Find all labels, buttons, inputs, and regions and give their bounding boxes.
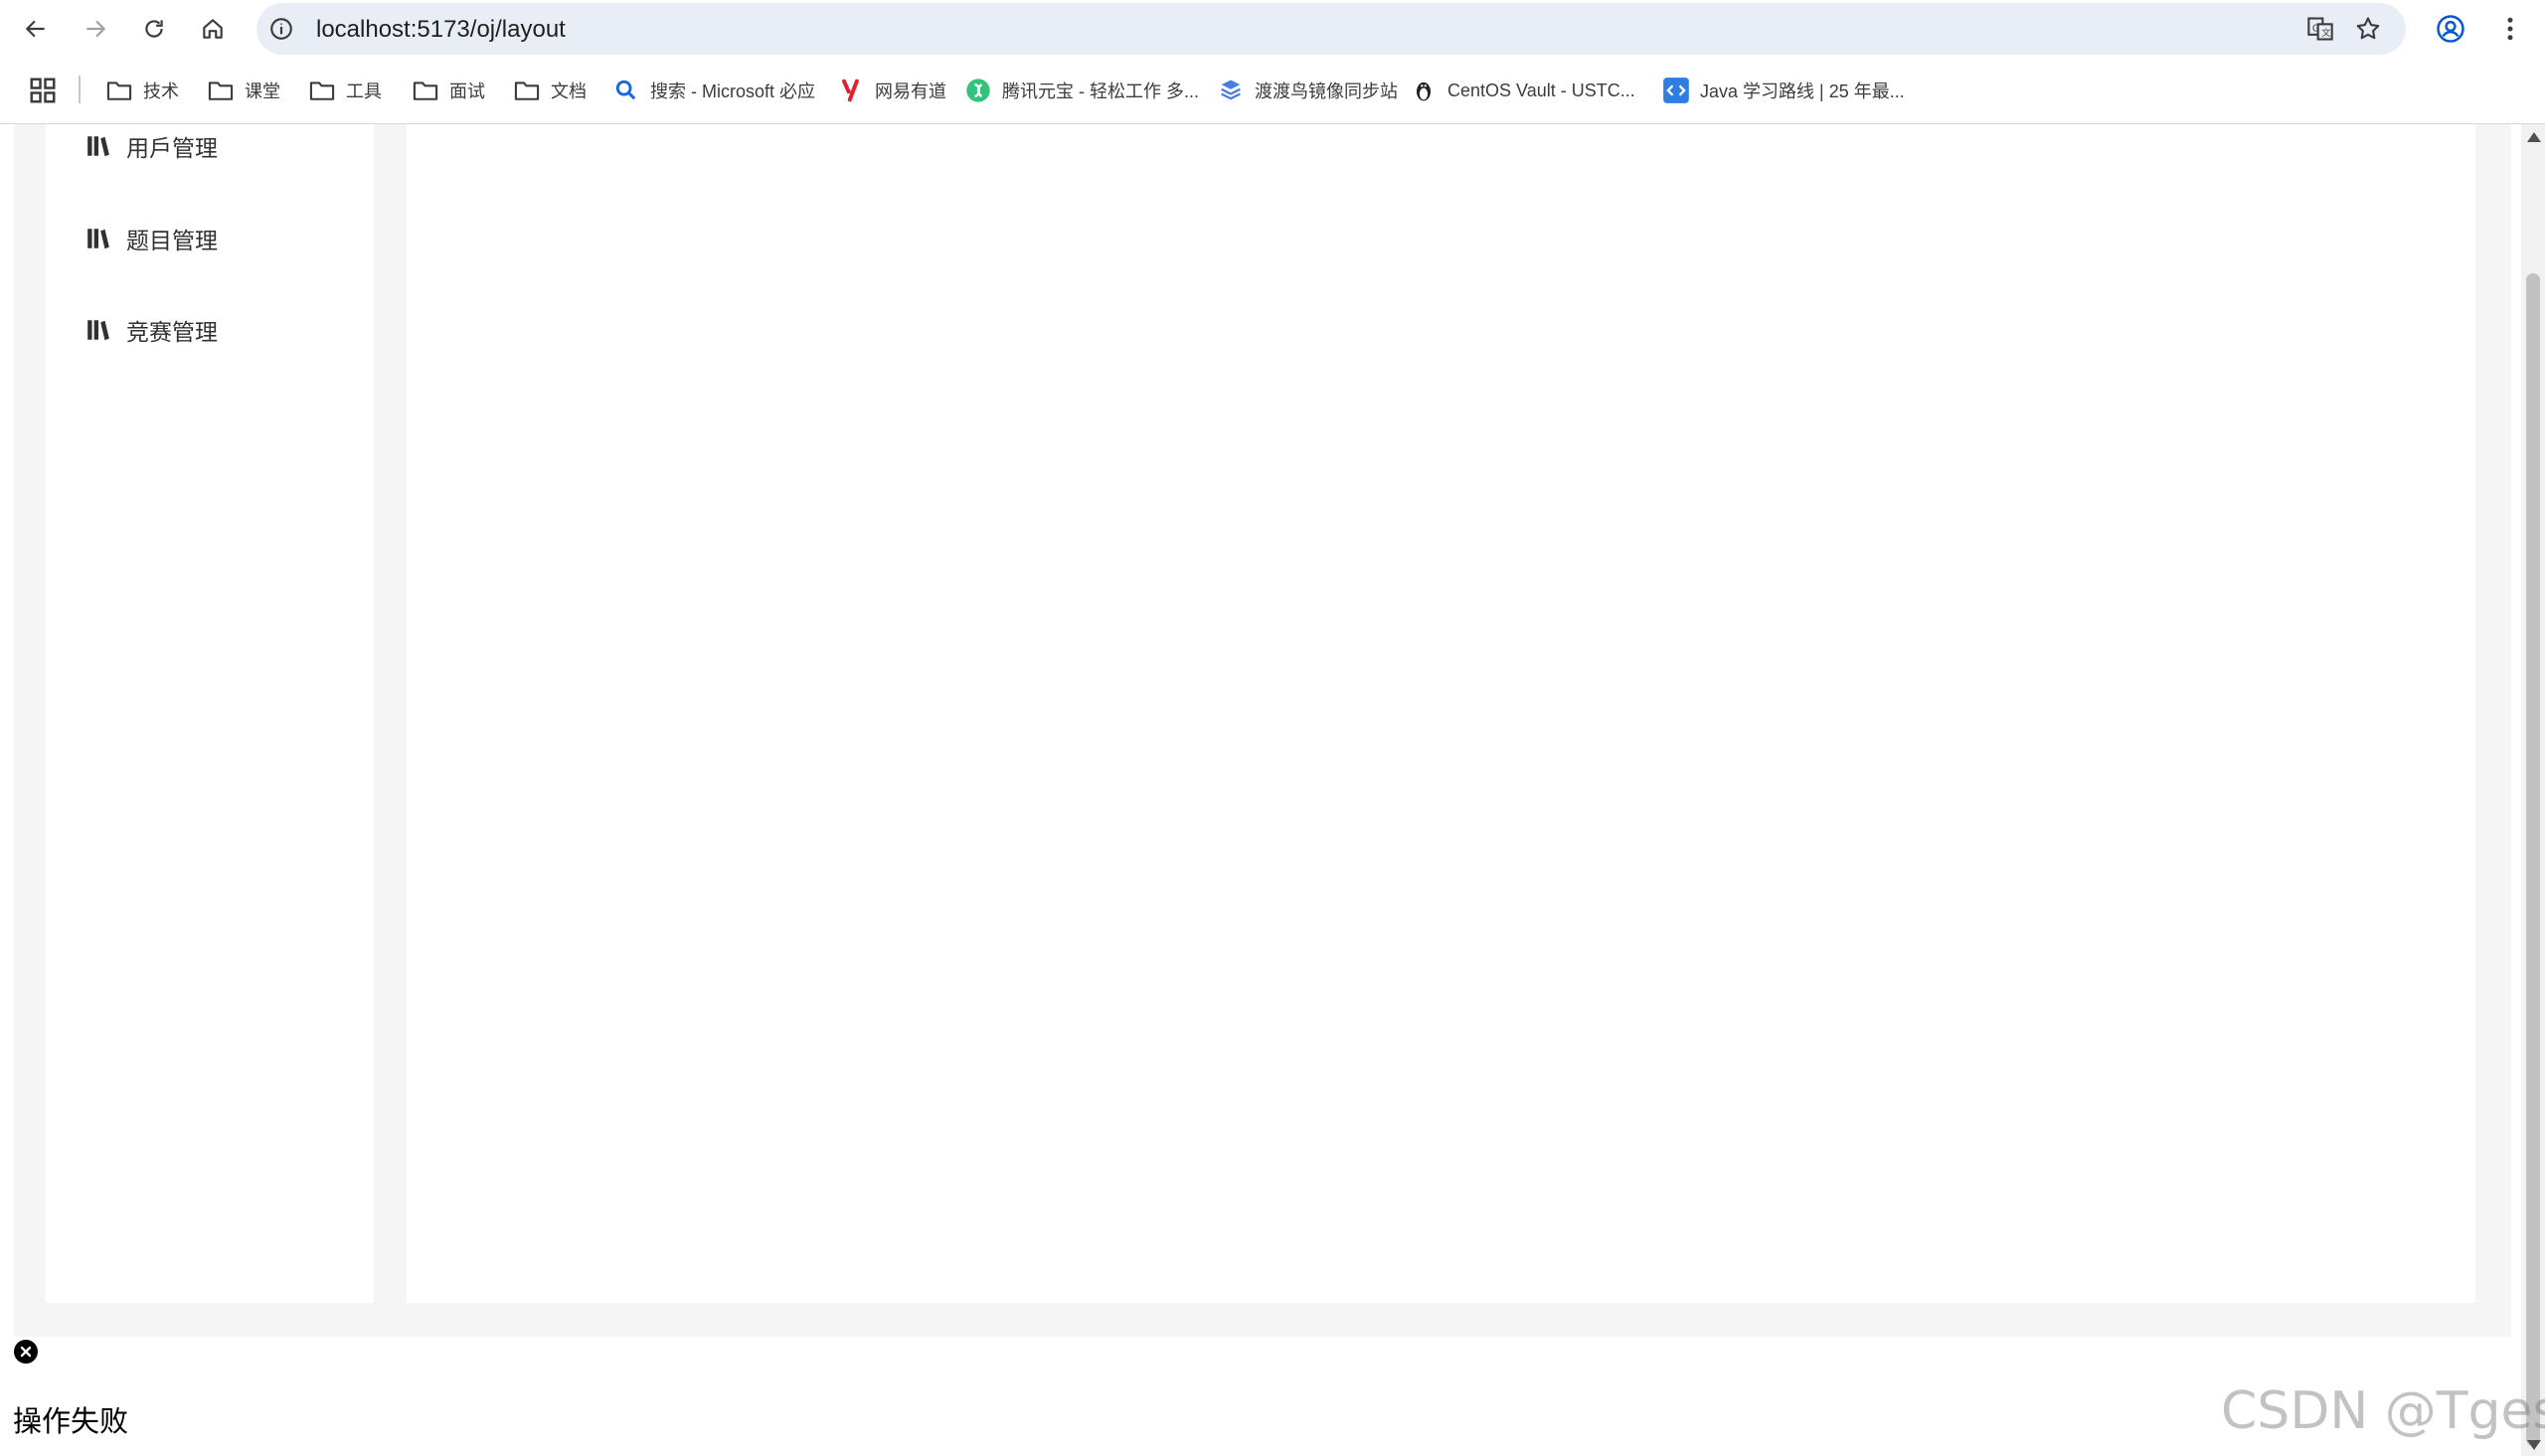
scroll-thumb[interactable] <box>2526 273 2540 1446</box>
bookmark-java-roadmap[interactable]: Java 学习路线 | 25 年最... <box>1662 74 1905 107</box>
browser-toolbar: localhost:5173/oj/layout G文 <box>0 0 2545 58</box>
book-icon <box>87 136 109 157</box>
bookmark-folder-class[interactable]: 课堂 <box>207 74 280 107</box>
forward-button[interactable] <box>78 11 113 47</box>
book-icon <box>87 229 109 249</box>
page-scrollbar[interactable] <box>2521 124 2545 1456</box>
bookmarks-divider <box>79 76 81 103</box>
bookmark-label: 面试 <box>449 81 485 101</box>
bookmark-bing-search[interactable]: 搜索 - Microsoft 必应 <box>612 74 815 107</box>
error-message: 操作失败 <box>13 1406 129 1438</box>
sidebar-item-label: 题目管理 <box>126 228 218 253</box>
scroll-up-arrow-icon[interactable] <box>2527 132 2541 142</box>
sidebar-item-problem-management[interactable]: 题目管理 <box>85 219 218 258</box>
bing-search-icon <box>612 77 640 104</box>
bookmark-label: 工具 <box>346 81 382 101</box>
sidebar-menu: 用戶管理 题目管理 竞赛管理 <box>46 124 374 1303</box>
folder-icon <box>308 77 336 104</box>
error-close-icon[interactable] <box>14 1340 38 1364</box>
sidebar-item-user-management[interactable]: 用戶管理 <box>85 126 218 166</box>
more-vert-icon[interactable] <box>2495 14 2525 44</box>
arrow-left-icon <box>25 20 45 38</box>
reload-button[interactable] <box>136 11 172 47</box>
yuanbao-icon <box>964 77 992 104</box>
book-icon <box>87 320 109 341</box>
bookmark-folder-interview[interactable]: 面试 <box>412 74 485 107</box>
bookmark-dodo-mirror[interactable]: 渡渡鸟镜像同步站 <box>1217 74 1398 107</box>
bookmark-label: 搜索 - Microsoft 必应 <box>650 81 816 101</box>
folder-icon <box>412 77 439 104</box>
watermark: CSDN @Tgess <box>2221 1381 2545 1441</box>
svg-text:G: G <box>2312 23 2319 34</box>
reload-icon <box>145 20 163 38</box>
youdao-icon <box>837 77 865 104</box>
dodo-mirror-icon <box>1217 77 1245 104</box>
scroll-down-arrow-icon[interactable] <box>2527 1440 2541 1450</box>
bookmark-centos-vault[interactable]: CentOS Vault - USTC... <box>1410 74 1635 107</box>
address-bar[interactable]: localhost:5173/oj/layout G文 <box>256 3 2406 55</box>
bookmark-label: 渡渡鸟镜像同步站 <box>1255 81 1398 101</box>
sidebar-item-label: 竞赛管理 <box>126 319 218 345</box>
site-info-icon[interactable] <box>268 16 294 42</box>
svg-text:文: 文 <box>2321 27 2330 39</box>
bookmarks-bar: 技术 课堂 工具 面试 文档 搜索 - Microsoft 必应 网易有道 腾讯… <box>0 58 2545 124</box>
apps-grid-icon[interactable] <box>28 76 58 105</box>
bookmark-folder-tech[interactable]: 技术 <box>105 74 179 107</box>
penguin-icon <box>1410 77 1438 104</box>
bookmark-yuanbao[interactable]: 腾讯元宝 - 轻松工作 多... <box>964 74 1199 107</box>
folder-icon <box>513 77 541 104</box>
home-button[interactable] <box>195 11 231 47</box>
url-text[interactable]: localhost:5173/oj/layout <box>316 16 566 44</box>
bookmark-youdao[interactable]: 网易有道 <box>837 74 946 107</box>
sidebar-item-label: 用戶管理 <box>126 135 218 161</box>
back-button[interactable] <box>18 11 54 47</box>
translate-icon[interactable]: G文 <box>2306 15 2334 43</box>
home-icon <box>203 19 223 39</box>
bookmark-label: 腾讯元宝 - 轻松工作 多... <box>1002 81 1199 101</box>
sidebar-item-contest-management[interactable]: 竞赛管理 <box>85 310 218 350</box>
bookmark-folder-tools[interactable]: 工具 <box>308 74 382 107</box>
folder-icon <box>207 77 235 104</box>
arrow-right-icon <box>86 20 106 38</box>
bookmark-star-icon[interactable] <box>2354 15 2382 43</box>
bookmark-label: CentOS Vault - USTC... <box>1447 80 1635 100</box>
bookmark-label: Java 学习路线 | 25 年最... <box>1700 81 1905 101</box>
profile-icon[interactable] <box>2436 14 2465 44</box>
bookmark-label: 文档 <box>551 81 587 101</box>
bookmark-label: 课堂 <box>245 81 280 101</box>
code-icon <box>1662 77 1690 104</box>
bookmark-folder-docs[interactable]: 文档 <box>513 74 587 107</box>
bookmark-label: 网易有道 <box>875 81 946 101</box>
folder-icon <box>105 77 133 104</box>
main-content-panel <box>407 124 2475 1303</box>
bookmark-label: 技术 <box>143 81 179 101</box>
